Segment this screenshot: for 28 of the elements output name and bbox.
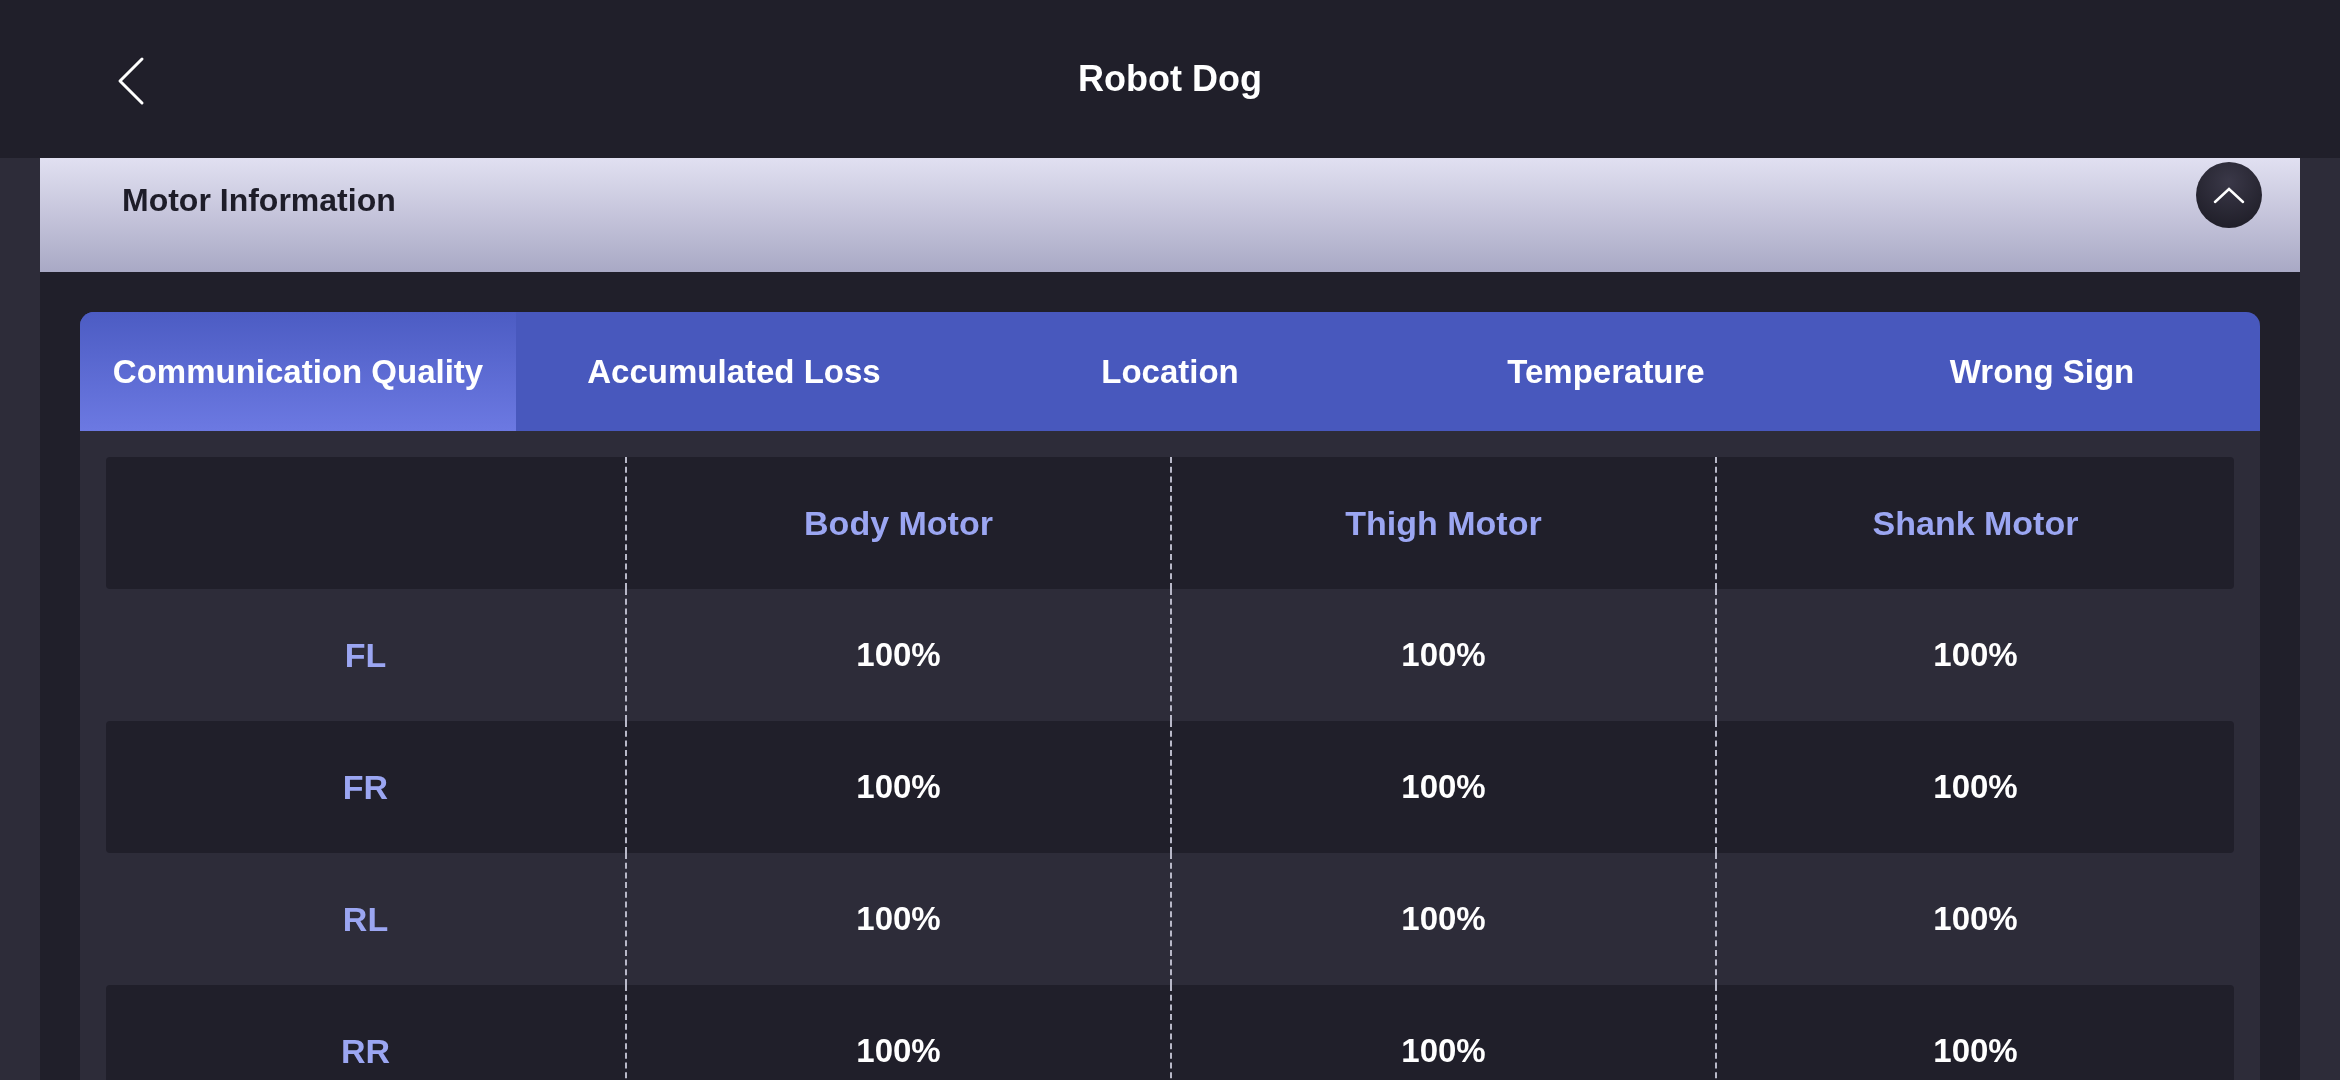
row-label: RL [342,899,389,939]
table-cell: 100% [856,768,941,806]
tab[interactable]: Communication Quality [80,312,516,431]
table-cell: 100% [1933,900,2018,938]
table-cell: 100% [1933,768,2018,806]
table-cell: 100% [856,1032,941,1070]
table-cell: 100% [1401,768,1486,806]
table-cell: 100% [1401,1032,1486,1070]
row-label: FR [342,767,389,807]
page-title: Robot Dog [1078,58,1262,100]
table-cell: 100% [856,636,941,674]
table-cell: 100% [856,900,941,938]
section-title: Motor Information [122,182,396,219]
table-cell: 100% [1401,900,1486,938]
table-cell: 100% [1933,636,2018,674]
column-header: Thigh Motor [1345,503,1542,543]
table-cell: 100% [1401,636,1486,674]
tab[interactable]: Location [952,312,1388,431]
tab[interactable]: Temperature [1388,312,1824,431]
table-cell: 100% [1933,1032,2018,1070]
tab[interactable]: Wrong Sign [1824,312,2260,431]
back-icon[interactable] [116,56,146,106]
row-label: FL [344,635,387,675]
column-header: Shank Motor [1872,503,2079,543]
row-label: RR [340,1031,391,1071]
tab[interactable]: Accumulated Loss [516,312,952,431]
column-header: Body Motor [804,503,993,543]
chevron-icon [2212,185,2246,205]
